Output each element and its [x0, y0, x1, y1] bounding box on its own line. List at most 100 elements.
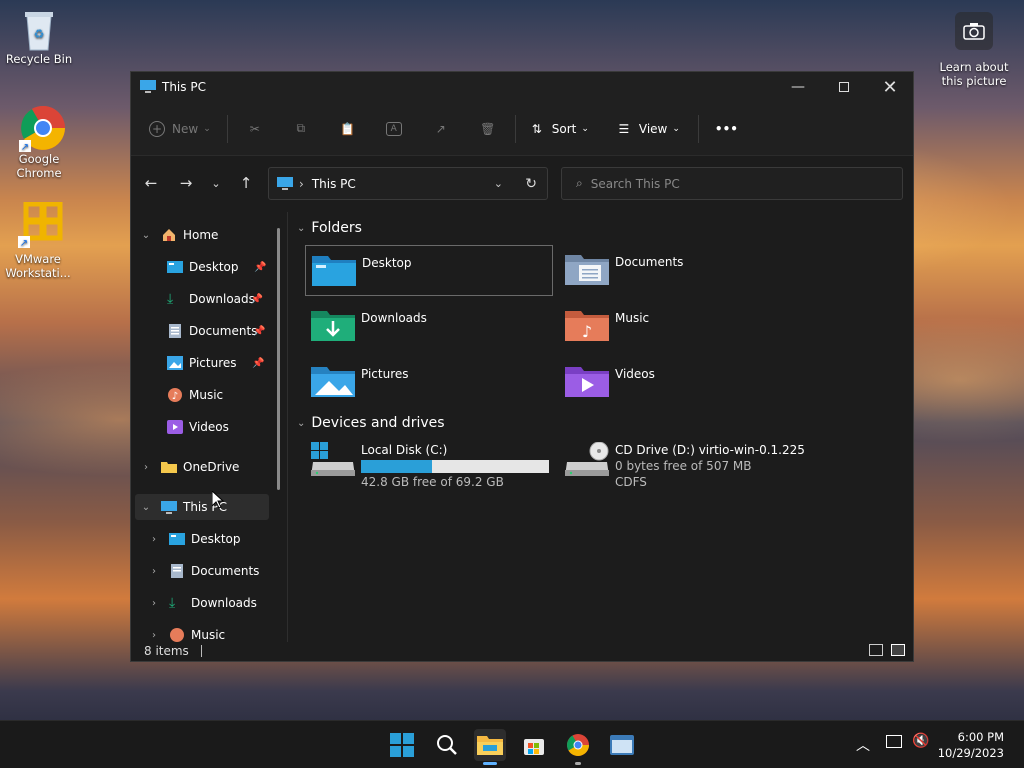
folder-music[interactable]: ♪ Music	[559, 301, 807, 352]
rename-button[interactable]: A	[385, 121, 402, 136]
title-bar[interactable]: This PC — ✕	[131, 72, 913, 102]
desktop-icon-chrome[interactable]: ↗ Google Chrome	[1, 104, 77, 180]
sidebar-item-pc-desktop[interactable]: › Desktop	[147, 526, 241, 552]
download-icon: ⤓	[167, 291, 174, 307]
back-button[interactable]: ←	[141, 173, 161, 193]
view-button[interactable]: ☰ View ⌄	[615, 120, 680, 138]
refresh-icon[interactable]: ↻	[525, 176, 537, 192]
clock[interactable]: 6:00 PM 10/29/2023	[938, 729, 1004, 761]
address-bar[interactable]: › This PC ⌄ ↻	[268, 167, 548, 200]
folder-downloads[interactable]: Downloads	[305, 301, 553, 352]
sidebar-item-this-pc[interactable]: ⌄ This PC	[135, 494, 269, 520]
pane-divider[interactable]	[287, 212, 288, 642]
sidebar-scrollbar[interactable]	[277, 228, 280, 490]
svg-text:♪: ♪	[582, 322, 592, 341]
folder-documents[interactable]: Documents	[559, 245, 807, 296]
this-pc-icon	[140, 80, 156, 93]
recent-locations-button[interactable]: ⌄	[206, 173, 226, 193]
close-icon: ✕	[882, 76, 898, 98]
paste-button[interactable]: 📋	[339, 120, 357, 138]
videos-folder-icon	[565, 363, 609, 399]
share-button[interactable]: ↗	[432, 120, 450, 138]
minimize-button[interactable]: —	[775, 72, 821, 102]
breadcrumb-this-pc[interactable]: This PC	[312, 177, 356, 191]
up-button[interactable]: ↑	[236, 173, 256, 193]
maximize-button[interactable]	[821, 72, 867, 102]
details-view-icon[interactable]	[869, 644, 883, 656]
drive-free-space: 0 bytes free of 507 MB	[615, 459, 752, 473]
drive-name: CD Drive (D:) virtio-win-0.1.225	[615, 443, 805, 457]
desktop-icon-label: Recycle Bin	[5, 52, 73, 66]
sidebar-item-pc-documents[interactable]: › Documents	[147, 558, 259, 584]
delete-button[interactable]: 🗑	[479, 120, 497, 138]
rename-icon: A	[385, 121, 402, 136]
sidebar-item-pictures[interactable]: Pictures 📌	[167, 350, 265, 376]
download-icon: ⤓	[169, 595, 176, 611]
chevron-right-icon: ›	[152, 597, 156, 609]
clock-date: 10/29/2023	[937, 746, 1004, 760]
search-input[interactable]: Search This PC	[591, 177, 680, 191]
sidebar-item-music[interactable]: ♪ Music	[167, 382, 223, 408]
chrome-taskbar-button[interactable]	[562, 729, 594, 765]
search-button[interactable]	[431, 729, 463, 761]
svg-text:↗: ↗	[20, 238, 28, 249]
learn-about-picture[interactable]: Learn about this picture	[936, 12, 1012, 88]
sidebar-item-onedrive[interactable]: › OneDrive	[139, 454, 239, 480]
volume-muted-icon[interactable]: 🔇	[912, 733, 929, 749]
pictures-icon	[167, 356, 183, 370]
network-icon[interactable]	[886, 735, 902, 748]
file-explorer-taskbar-button[interactable]	[474, 729, 506, 765]
sidebar-item-pc-downloads[interactable]: › ⤓ Downloads	[147, 590, 257, 616]
sidebar-item-downloads[interactable]: ⤓ Downloads 📌	[167, 286, 263, 312]
file-explorer-icon	[477, 736, 503, 755]
sort-button[interactable]: ⇅ Sort ⌄	[528, 120, 589, 138]
pin-icon: 📌	[250, 293, 263, 305]
forward-button[interactable]: →	[176, 173, 196, 193]
search-box[interactable]: ⌕ Search This PC	[561, 167, 903, 200]
close-button[interactable]: ✕	[867, 72, 913, 102]
show-hidden-icons-chevron-icon[interactable]: ︿	[856, 735, 870, 755]
folder-pictures[interactable]: Pictures	[305, 357, 553, 408]
desktop-icon-vmware[interactable]: ↗ VMware Workstati...	[0, 201, 76, 280]
sidebar-item-home[interactable]: ⌄ Home	[139, 222, 219, 248]
copy-button[interactable]: ⧉	[292, 120, 310, 138]
drive-c[interactable]: Local Disk (C:) 42.8 GB free of 69.2 GB	[311, 442, 549, 490]
scissors-icon: ✂	[249, 121, 260, 136]
section-folders-header[interactable]: ⌄ Folders	[297, 220, 362, 236]
folder-label: Downloads	[361, 311, 427, 325]
cut-button[interactable]: ✂	[246, 120, 264, 138]
tiles-view-icon[interactable]	[891, 644, 905, 656]
start-button[interactable]	[386, 729, 418, 761]
folder-desktop[interactable]: Desktop	[305, 245, 553, 296]
more-options-button[interactable]: •••	[715, 122, 738, 136]
sidebar-item-videos[interactable]: Videos	[167, 414, 229, 440]
drive-d[interactable]: CD Drive (D:) virtio-win-0.1.225 0 bytes…	[565, 441, 805, 490]
pin-icon: 📌	[252, 325, 266, 337]
sidebar-item-pc-music[interactable]: › Music	[147, 622, 225, 642]
address-dropdown-icon[interactable]: ⌄	[494, 177, 503, 190]
svg-text:♻: ♻	[34, 27, 45, 41]
videos-icon	[167, 420, 183, 434]
store-button[interactable]	[518, 729, 550, 761]
chrome-icon: ↗	[19, 104, 65, 153]
section-drives-header[interactable]: ⌄ Devices and drives	[297, 415, 445, 431]
svg-text:♪: ♪	[172, 391, 178, 402]
document-icon	[169, 324, 181, 338]
chevron-down-icon: ⌄	[672, 123, 680, 134]
vmware-icon: ↗	[18, 201, 63, 249]
arrow-left-icon: ←	[144, 174, 158, 192]
desktop-folder-icon	[169, 533, 185, 545]
sidebar-item-documents[interactable]: Documents 📌	[167, 318, 265, 344]
pictures-folder-icon	[311, 363, 355, 399]
sidebar-item-label: Desktop	[191, 532, 241, 546]
learn-about-label: Learn about this picture	[939, 60, 1009, 88]
music-icon: ♪	[168, 388, 182, 402]
vmware-taskbar-button[interactable]	[606, 729, 638, 761]
arrow-right-icon: →	[179, 174, 193, 192]
desktop-icon-recycle-bin[interactable]: ♻ Recycle Bin	[1, 8, 77, 66]
folder-videos[interactable]: Videos	[559, 357, 807, 408]
chevron-right-icon: ›	[152, 629, 156, 641]
new-button[interactable]: + New ⌄	[149, 120, 211, 137]
toolbar-separator	[514, 114, 516, 143]
sidebar-item-desktop[interactable]: Desktop 📌	[167, 254, 267, 280]
